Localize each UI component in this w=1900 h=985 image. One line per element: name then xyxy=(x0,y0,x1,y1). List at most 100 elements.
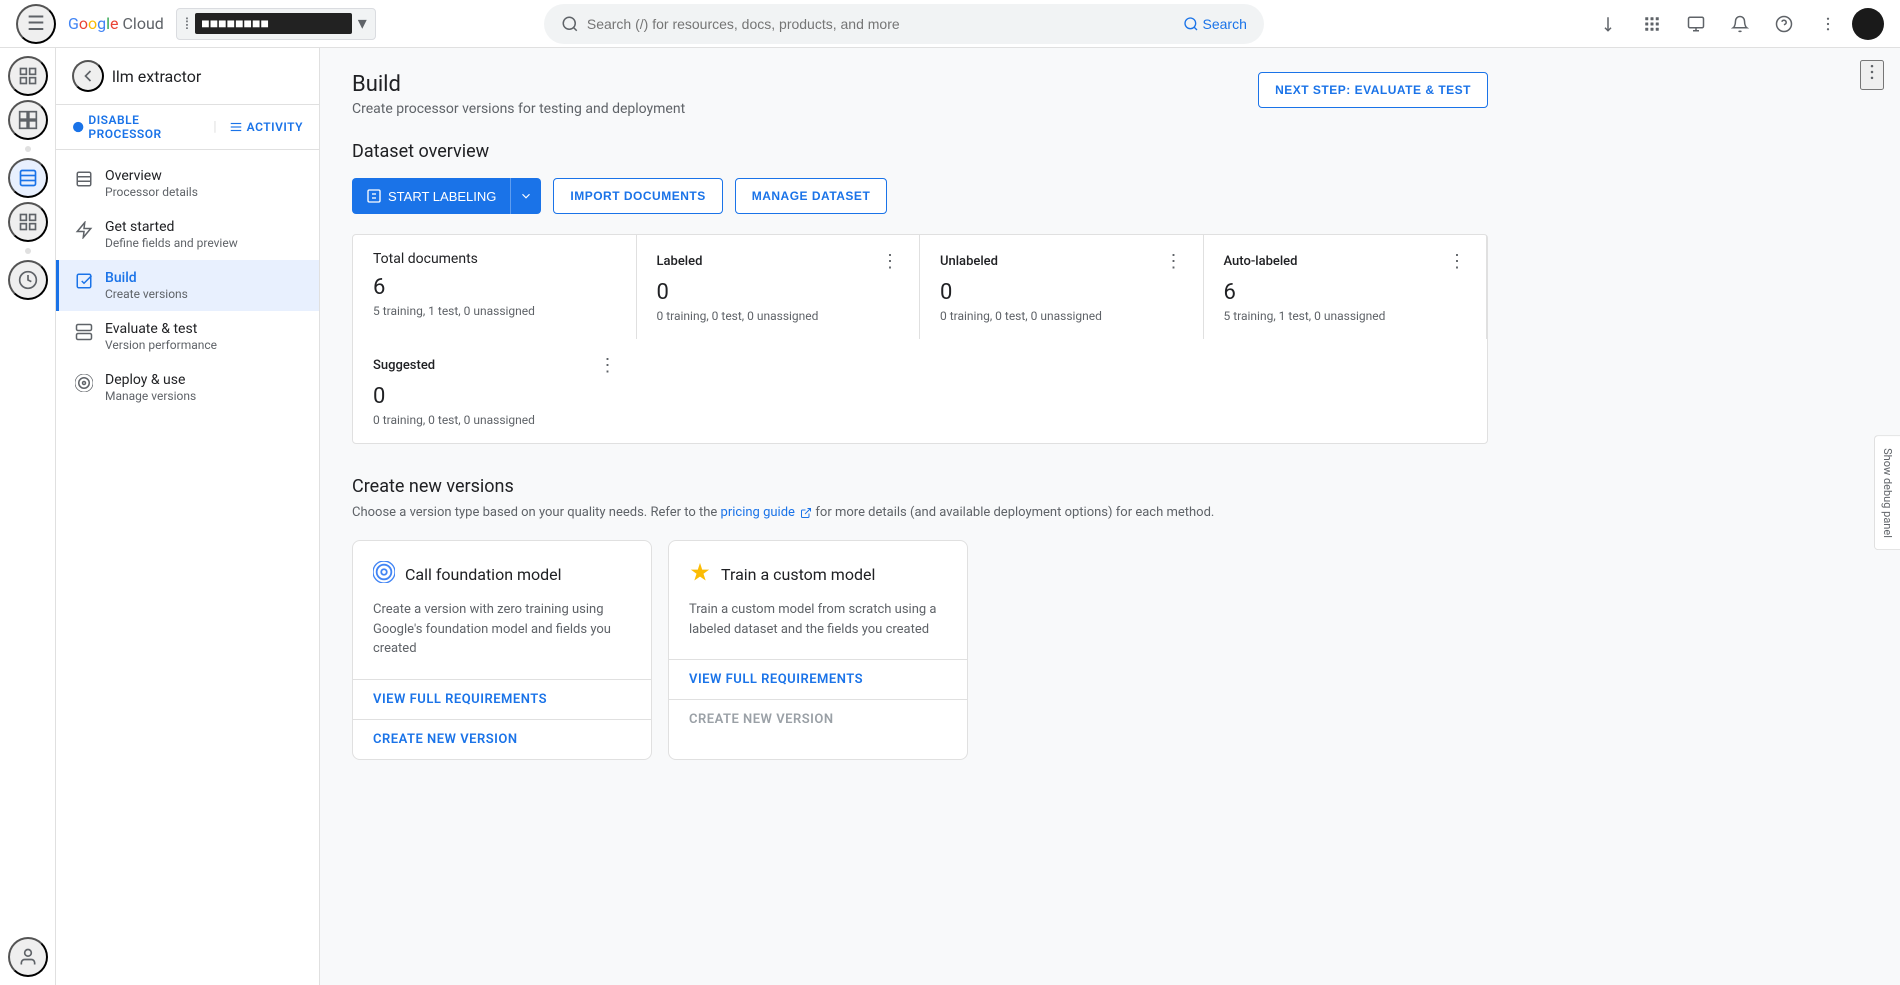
stat-auto-labeled: Auto-labeled ⋮ 6 5 training, 1 test, 0 u… xyxy=(1204,235,1488,339)
page-subtitle: Create processor versions for testing an… xyxy=(352,101,685,117)
activity-icon xyxy=(229,120,243,134)
page-title: Build xyxy=(352,72,685,97)
stat-auto-header: Auto-labeled ⋮ xyxy=(1224,251,1467,272)
overview-text: Overview Processor details xyxy=(105,168,198,199)
card-train-custom: Train a custom model Train a custom mode… xyxy=(668,540,968,760)
hamburger-button[interactable]: ☰ xyxy=(16,4,56,44)
disable-icon xyxy=(72,120,84,134)
card-call-foundation: Call foundation model Create a version w… xyxy=(352,540,652,760)
foundation-create-version-button[interactable]: CREATE NEW VERSION xyxy=(353,720,651,759)
build-text: Build Create versions xyxy=(105,270,188,301)
avatar[interactable] xyxy=(1852,8,1884,40)
help-icon xyxy=(1775,15,1793,33)
stat-auto-menu[interactable]: ⋮ xyxy=(1448,251,1466,272)
import-documents-button[interactable]: IMPORT DOCUMENTS xyxy=(553,178,722,214)
rail-dot-2 xyxy=(25,248,31,254)
custom-view-requirements-link[interactable]: VIEW FULL REQUIREMENTS xyxy=(669,660,967,700)
page-header: Build Create processor versions for test… xyxy=(352,72,1488,117)
screen-icon-button[interactable] xyxy=(1676,4,1716,44)
apps-icon-button[interactable] xyxy=(1632,4,1672,44)
screen-icon xyxy=(1687,15,1705,33)
sidebar-item-build[interactable]: Build Create versions xyxy=(56,260,319,311)
bell-icon-button[interactable] xyxy=(1720,4,1760,44)
create-versions-subtitle: Choose a version type based on your qual… xyxy=(352,505,1488,520)
rail-dashboard-button[interactable] xyxy=(8,100,48,140)
search-submit-icon xyxy=(1183,16,1199,32)
page-more-vert-button[interactable] xyxy=(1860,60,1884,90)
dataset-actions: START LABELING IMPORT DOCUMENTS MANAGE D… xyxy=(352,178,1488,214)
rail-active-button[interactable] xyxy=(8,158,48,198)
foundation-model-icon xyxy=(373,561,395,588)
rail-person-button[interactable] xyxy=(8,937,48,977)
next-step-button[interactable]: NEXT STEP: EVALUATE & TEST xyxy=(1258,72,1488,108)
sidebar-title: llm extractor xyxy=(112,67,201,86)
stat-total-documents: Total documents 6 5 training, 1 test, 0 … xyxy=(353,235,637,339)
stat-suggested-header: Suggested ⋮ xyxy=(373,355,617,376)
deploy-icon xyxy=(75,374,93,397)
debug-panel-tab[interactable]: Show debug panel xyxy=(1874,435,1900,551)
sidebar-nav: Overview Processor details Get started D… xyxy=(56,150,319,421)
rail-dot-1 xyxy=(25,146,31,152)
bell-icon xyxy=(1731,15,1749,33)
dataset-overview-section: Dataset overview START LABELING IMPORT D… xyxy=(352,141,1488,444)
rail-active-icon xyxy=(18,168,38,188)
home-icon xyxy=(18,66,38,86)
share-icon-button[interactable] xyxy=(1588,4,1628,44)
stat-suggested-menu[interactable]: ⋮ xyxy=(599,355,617,376)
disable-processor-button[interactable]: DISABLE PROCESSOR xyxy=(72,113,201,141)
stat-total-header: Total documents xyxy=(373,251,616,267)
page-title-block: Build Create processor versions for test… xyxy=(352,72,685,117)
build-icon xyxy=(75,272,93,295)
sidebar-item-deploy[interactable]: Deploy & use Manage versions xyxy=(56,362,319,413)
more-vert-nav-icon xyxy=(1819,15,1837,33)
custom-create-version-button: CREATE NEW VERSION xyxy=(669,700,967,739)
google-cloud-logo: Google Cloud xyxy=(68,14,164,33)
start-labeling-chevron-icon[interactable] xyxy=(510,178,541,214)
more-vert-nav-button[interactable] xyxy=(1808,4,1848,44)
overview-icon xyxy=(75,170,93,193)
project-name: ■■■■■■■■ xyxy=(195,13,352,34)
custom-model-icon xyxy=(689,561,711,588)
stat-unlabeled-menu[interactable]: ⋮ xyxy=(1165,251,1183,272)
stat-unlabeled-header: Unlabeled ⋮ xyxy=(940,251,1183,272)
help-icon-button[interactable] xyxy=(1764,4,1804,44)
content-inner: Build Create processor versions for test… xyxy=(320,48,1520,816)
manage-dataset-button[interactable]: MANAGE DATASET xyxy=(735,178,888,214)
stat-labeled-menu[interactable]: ⋮ xyxy=(881,251,899,272)
create-versions-section: Create new versions Choose a version typ… xyxy=(352,476,1488,760)
get-started-text: Get started Define fields and preview xyxy=(105,219,238,250)
rail-home-button[interactable] xyxy=(8,56,48,96)
rail-grid-button[interactable] xyxy=(8,202,48,242)
evaluate-icon xyxy=(75,323,93,346)
share-icon xyxy=(1599,15,1617,33)
stat-suggested: Suggested ⋮ 0 0 training, 0 test, 0 unas… xyxy=(353,339,637,443)
apps-icon xyxy=(1643,15,1661,33)
sidebar-header: llm extractor xyxy=(56,48,319,105)
page-more-vert-icon xyxy=(1862,62,1882,82)
foundation-view-requirements-link[interactable]: VIEW FULL REQUIREMENTS xyxy=(353,680,651,720)
evaluate-text: Evaluate & test Version performance xyxy=(105,321,217,352)
search-bar[interactable]: Search xyxy=(544,4,1264,44)
search-icon xyxy=(561,15,579,33)
start-labeling-button[interactable]: START LABELING xyxy=(352,178,541,214)
hamburger-icon: ☰ xyxy=(27,11,45,36)
sidebar-item-evaluate[interactable]: Evaluate & test Version performance xyxy=(56,311,319,362)
project-selector[interactable]: ⁞ ■■■■■■■■ ▾ xyxy=(176,8,376,40)
sidebar-item-overview[interactable]: Overview Processor details xyxy=(56,158,319,209)
pricing-guide-link[interactable]: pricing guide xyxy=(721,505,816,520)
back-button[interactable] xyxy=(72,60,104,92)
rail-clock-button[interactable] xyxy=(8,260,48,300)
sidebar-item-get-started[interactable]: Get started Define fields and preview xyxy=(56,209,319,260)
stat-labeled-header: Labeled ⋮ xyxy=(657,251,900,272)
sidebar-actions: DISABLE PROCESSOR | ACTIVITY xyxy=(56,105,319,150)
search-input[interactable] xyxy=(587,16,1175,32)
rail-bottom xyxy=(8,937,48,985)
dataset-overview-title: Dataset overview xyxy=(352,141,1488,162)
activity-button[interactable]: ACTIVITY xyxy=(229,120,303,134)
nav-icons xyxy=(1588,4,1884,44)
stat-labeled: Labeled ⋮ 0 0 training, 0 test, 0 unassi… xyxy=(637,235,921,339)
get-started-icon xyxy=(75,221,93,244)
search-button[interactable]: Search xyxy=(1183,16,1247,32)
start-labeling-main: START LABELING xyxy=(352,178,510,214)
external-link-icon xyxy=(800,507,812,519)
